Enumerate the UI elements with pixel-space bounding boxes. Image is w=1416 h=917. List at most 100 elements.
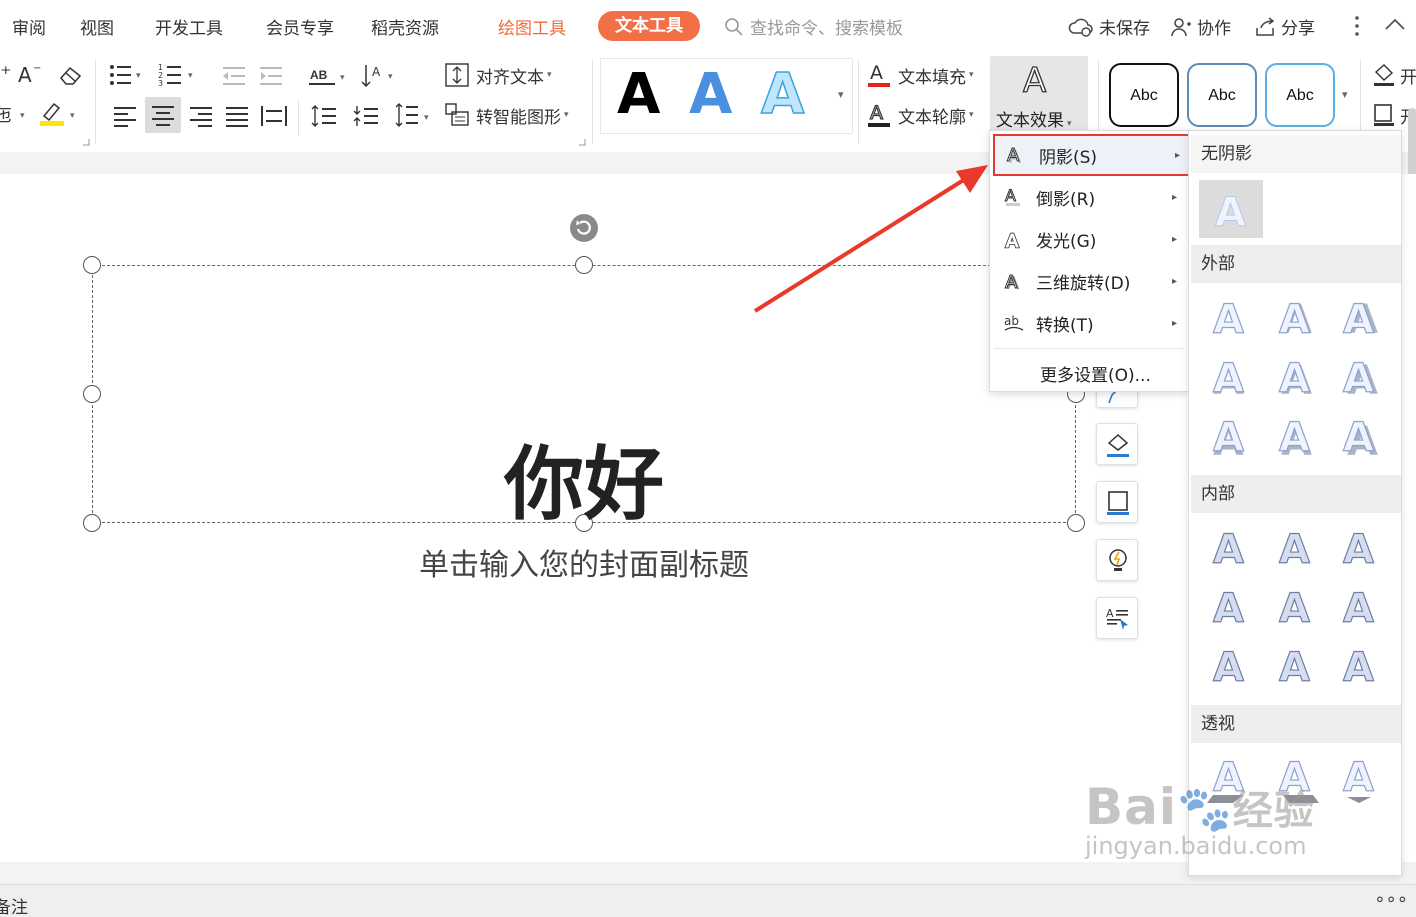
highlight-icon[interactable]: ▾ — [38, 100, 82, 128]
outer-shadow-option[interactable]: AA — [1337, 409, 1383, 459]
outer-shadow-option[interactable]: AA — [1337, 291, 1383, 341]
font-size-decrease-icon[interactable]: A − — [17, 62, 43, 86]
text-outline-button[interactable]: A 文本轮廓 ▾ — [868, 102, 974, 128]
align-left-icon[interactable] — [112, 104, 138, 128]
font-size-increase-button[interactable]: ⁺ — [0, 62, 12, 87]
paragraph-spacing-icon[interactable] — [352, 104, 380, 128]
svg-text:A: A — [1106, 607, 1114, 620]
smart-suggest-button[interactable] — [1096, 539, 1138, 581]
char-spacing-icon[interactable]: 㐌 ▾ — [0, 102, 30, 126]
shape-style-lightblue[interactable]: Abc — [1265, 63, 1335, 127]
svg-text:A: A — [1279, 527, 1310, 571]
text-effect-button[interactable]: A 文本效果 ▾ — [990, 56, 1088, 134]
inner-shadow-option[interactable]: A — [1273, 521, 1319, 571]
align-text-icon — [445, 63, 469, 87]
watermark-url: jingyan.baidu.com — [1085, 832, 1307, 860]
rotate-handle-icon[interactable] — [568, 212, 600, 244]
svg-text:▾: ▾ — [70, 111, 75, 121]
tab-drawing-tools[interactable]: 绘图工具 — [498, 14, 566, 39]
shape-fill-button[interactable]: 开 — [1372, 62, 1416, 88]
text-direction-icon[interactable]: AB ▾ — [308, 64, 350, 88]
wordart-style-black[interactable]: A — [615, 63, 665, 123]
submenu-arrow-icon: ▸ — [1172, 233, 1178, 245]
slide-subtitle-placeholder[interactable]: 单击输入您的封面副标题 — [0, 540, 1168, 584]
align-text-button[interactable]: 对齐文本 ▾ — [444, 62, 552, 88]
tab-docer[interactable]: 稻壳资源 — [371, 14, 439, 39]
slide-title[interactable]: 你好 — [0, 420, 1168, 536]
paint-bucket-icon — [1107, 433, 1129, 457]
shape-style-blue[interactable]: Abc — [1187, 63, 1257, 127]
inner-shadow-option[interactable]: A — [1207, 580, 1253, 630]
smart-shape-button[interactable]: 转智能图形 ▾ — [444, 102, 569, 128]
inner-shadow-option[interactable]: A — [1337, 580, 1383, 630]
numbered-list-icon[interactable]: 123▾ — [158, 62, 200, 88]
person-add-icon — [1171, 17, 1191, 36]
menu-divider — [994, 348, 1184, 349]
menu-item-transform[interactable]: ab 转换(T) ▸ — [990, 302, 1188, 344]
more-vertical-icon[interactable] — [1350, 14, 1364, 38]
menu-item-3d-rotation[interactable]: AA 三维旋转(D) ▸ — [990, 260, 1188, 302]
decrease-indent-icon[interactable] — [221, 64, 249, 88]
svg-text:A: A — [1343, 645, 1374, 689]
collapse-ribbon-icon[interactable] — [1383, 16, 1407, 32]
outer-shadow-option[interactable]: AA — [1207, 291, 1253, 341]
bullet-list-icon[interactable]: ▾ — [108, 62, 148, 88]
outer-shadow-option[interactable]: AA — [1207, 409, 1253, 459]
wordart-style-outline[interactable]: A — [759, 63, 809, 123]
tab-developer[interactable]: 开发工具 — [155, 14, 223, 39]
notes-toggle[interactable]: 备注 — [0, 893, 28, 917]
resize-handle-top-left[interactable] — [83, 256, 101, 274]
sort-text-icon[interactable]: A ▾ — [360, 62, 400, 90]
resize-handle-left[interactable] — [83, 385, 101, 403]
line-spacing-icon[interactable] — [310, 104, 338, 128]
shadow-option-none[interactable]: A — [1199, 180, 1263, 238]
inner-shadow-option[interactable]: A — [1273, 580, 1319, 630]
unsaved-status[interactable]: 未保存 — [1068, 14, 1150, 39]
increase-indent-icon[interactable] — [258, 64, 286, 88]
eraser-icon[interactable] — [58, 64, 84, 86]
tab-member[interactable]: 会员专享 — [266, 14, 334, 39]
more-options-icon[interactable]: ∘∘∘ — [1374, 889, 1408, 910]
align-center-button[interactable] — [145, 97, 181, 133]
section-inner: 内部 — [1191, 475, 1401, 513]
resize-handle-top[interactable] — [575, 256, 593, 274]
dialog-launcher-icon[interactable] — [82, 138, 90, 146]
outer-shadow-option[interactable]: AA — [1273, 350, 1319, 400]
collab-button[interactable]: 协作 — [1170, 14, 1231, 39]
inner-shadow-option[interactable]: A — [1273, 639, 1319, 689]
outer-shadow-option[interactable]: AA — [1207, 350, 1253, 400]
justify-icon[interactable] — [224, 104, 250, 128]
menu-item-reflection[interactable]: A 倒影(R) ▸ — [990, 176, 1188, 218]
wordart-style-blue[interactable]: A — [687, 63, 737, 123]
tab-view[interactable]: 视图 — [80, 14, 114, 39]
inner-shadow-option[interactable]: A — [1207, 639, 1253, 689]
menu-item-glow[interactable]: AA 发光(G) ▸ — [990, 218, 1188, 260]
dialog-launcher-icon[interactable] — [578, 138, 586, 146]
shape-style-black[interactable]: Abc — [1109, 63, 1179, 127]
fill-tool-button[interactable] — [1096, 423, 1138, 465]
smart-shape-icon — [445, 103, 469, 126]
menu-item-shadow[interactable]: AA 阴影(S) ▸ — [993, 134, 1192, 176]
share-button[interactable]: 分享 — [1254, 14, 1315, 39]
outer-shadow-option[interactable]: AA — [1273, 291, 1319, 341]
perspective-shadow-option[interactable]: A — [1337, 751, 1383, 809]
outer-shadow-option[interactable]: AA — [1273, 409, 1319, 459]
inner-shadow-option[interactable]: A — [1337, 521, 1383, 571]
gallery-expand-button[interactable]: ▾ — [838, 88, 844, 101]
inner-shadow-option[interactable]: A — [1337, 639, 1383, 689]
text-fill-label: 文本填充 — [898, 67, 966, 88]
outer-shadow-option[interactable]: AA — [1337, 350, 1383, 400]
distributed-align-icon[interactable] — [260, 104, 288, 128]
tab-review[interactable]: 审阅 — [12, 14, 46, 39]
text-outline-icon: A — [868, 102, 890, 127]
text-select-button[interactable]: A — [1096, 597, 1138, 639]
shape-gallery-expand-button[interactable]: ▾ — [1342, 88, 1348, 101]
tab-text-tools[interactable]: 文本工具 — [598, 11, 700, 41]
line-spacing-options-icon[interactable]: ▾ — [394, 102, 436, 130]
inner-shadow-option[interactable]: A — [1207, 521, 1253, 571]
outline-tool-button[interactable] — [1096, 481, 1138, 523]
menu-item-more-settings[interactable]: 更多设置(O)... — [990, 352, 1188, 394]
command-search[interactable]: 查找命令、搜索模板 — [724, 14, 903, 39]
text-fill-button[interactable]: A 文本填充 ▾ — [868, 62, 974, 88]
align-right-icon[interactable] — [188, 104, 214, 128]
